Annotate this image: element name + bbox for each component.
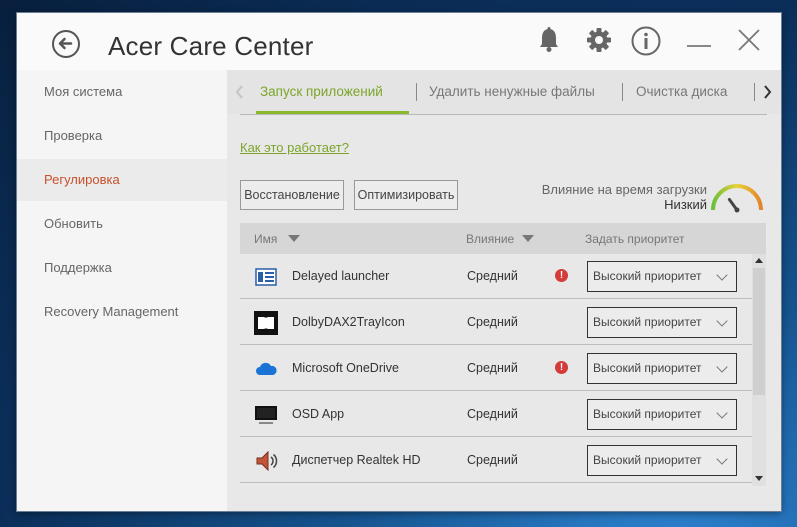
- scrollbar-thumb[interactable]: [753, 268, 765, 395]
- chevron-down-icon: [716, 269, 728, 281]
- app-title: Acer Care Center: [108, 31, 314, 61]
- bell-icon[interactable]: [538, 26, 560, 54]
- main-panel: Запуск приложений Удалить ненужные файлы…: [227, 70, 781, 511]
- boot-impact-gauge: [711, 184, 763, 213]
- boot-impact-value: Низкий: [664, 197, 707, 212]
- priority-select[interactable]: Высокий приоритет: [587, 399, 737, 430]
- gear-icon[interactable]: [585, 26, 613, 54]
- back-button[interactable]: [52, 30, 80, 58]
- sort-arrow-icon[interactable]: [522, 235, 534, 242]
- app-impact: Средний: [467, 453, 518, 467]
- priority-select[interactable]: Высокий приоритет: [587, 445, 737, 476]
- sidebar-item-support[interactable]: Поддержка: [17, 247, 227, 289]
- monitor-icon: [255, 406, 277, 424]
- sidebar-item-update[interactable]: Обновить: [17, 203, 227, 245]
- app-impact: Средний: [467, 407, 518, 421]
- speaker-icon: [256, 450, 278, 472]
- priority-select-value: Высокий приоритет: [593, 269, 702, 283]
- app-window: Acer Care Center Моя система Проверка Ре…: [17, 13, 781, 511]
- tab-disk-cleanup[interactable]: Очистка диска: [636, 84, 727, 99]
- tab-divider: [416, 83, 417, 101]
- sidebar-item-recovery[interactable]: Recovery Management: [17, 291, 227, 333]
- boot-impact-label: Влияние на время загрузки: [541, 182, 707, 197]
- priority-select[interactable]: Высокий приоритет: [587, 307, 737, 338]
- app-impact: Средний: [467, 269, 518, 283]
- app-name: Диспетчер Realtek HD: [292, 453, 421, 467]
- priority-select[interactable]: Высокий приоритет: [587, 261, 737, 292]
- chevron-down-icon: [716, 315, 728, 327]
- priority-select-value: Высокий приоритет: [593, 453, 702, 467]
- app-impact: Средний: [467, 315, 518, 329]
- close-icon[interactable]: [737, 26, 761, 54]
- table-row: Delayed launcher Средний ! Высокий приор…: [240, 254, 752, 299]
- sidebar: Моя система Проверка Регулировка Обновит…: [17, 70, 227, 511]
- tab-remove-junk[interactable]: Удалить ненужные файлы: [429, 84, 595, 99]
- priority-select[interactable]: Высокий приоритет: [587, 353, 737, 384]
- sidebar-item-tuning[interactable]: Регулировка: [17, 159, 227, 201]
- warning-icon: !: [555, 269, 568, 282]
- app-name: Delayed launcher: [292, 269, 390, 283]
- chevron-down-icon: [716, 361, 728, 373]
- priority-select-value: Высокий приоритет: [593, 361, 702, 375]
- warning-icon: !: [555, 361, 568, 374]
- minimize-icon[interactable]: [685, 26, 713, 54]
- tab-scroll-left-icon[interactable]: [235, 85, 245, 99]
- dolby-icon: [254, 311, 278, 335]
- table-row: DolbyDAX2TrayIcon Средний Высокий приори…: [240, 300, 752, 345]
- onedrive-icon: [256, 362, 277, 375]
- app-impact: Средний: [467, 361, 518, 375]
- table-scrollbar[interactable]: [752, 254, 766, 486]
- column-header-impact[interactable]: Влияние: [466, 232, 514, 246]
- tab-scroll-right-icon[interactable]: [762, 85, 772, 99]
- tab-startup-apps[interactable]: Запуск приложений: [260, 84, 383, 99]
- scroll-down-arrow-icon[interactable]: [755, 476, 763, 481]
- table-row: OSD App Средний Высокий приоритет: [240, 392, 752, 437]
- delayed-launcher-icon: [255, 268, 277, 286]
- tab-divider: [754, 83, 755, 101]
- table-row: Microsoft OneDrive Средний ! Высокий при…: [240, 346, 752, 391]
- table-header: Имя Влияние Задать приоритет: [240, 223, 766, 254]
- back-arrow-icon: [58, 37, 73, 50]
- column-header-priority: Задать приоритет: [585, 232, 685, 246]
- how-it-works-link[interactable]: Как это работает?: [240, 140, 349, 155]
- app-name: OSD App: [292, 407, 345, 421]
- sidebar-item-my-system[interactable]: Моя система: [17, 71, 227, 113]
- sort-arrow-icon[interactable]: [288, 235, 300, 242]
- restore-button[interactable]: Восстановление: [240, 180, 344, 210]
- priority-select-value: Высокий приоритет: [593, 315, 702, 329]
- priority-select-value: Высокий приоритет: [593, 407, 702, 421]
- column-header-name[interactable]: Имя: [254, 232, 277, 246]
- info-icon[interactable]: [631, 26, 661, 56]
- table-row: Диспетчер Realtek HD Средний Высокий при…: [240, 438, 752, 483]
- optimize-button[interactable]: Оптимизировать: [354, 180, 458, 210]
- title-bar: Acer Care Center: [17, 13, 781, 70]
- tab-bar: Запуск приложений Удалить ненужные файлы…: [227, 70, 781, 115]
- chevron-down-icon: [716, 453, 728, 465]
- app-name: DolbyDAX2TrayIcon: [292, 315, 405, 329]
- app-name: Microsoft OneDrive: [292, 361, 399, 375]
- chevron-down-icon: [716, 407, 728, 419]
- tab-divider: [622, 83, 623, 101]
- sidebar-item-check[interactable]: Проверка: [17, 115, 227, 157]
- tab-divider-line: [240, 114, 767, 115]
- scroll-up-arrow-icon[interactable]: [755, 258, 763, 263]
